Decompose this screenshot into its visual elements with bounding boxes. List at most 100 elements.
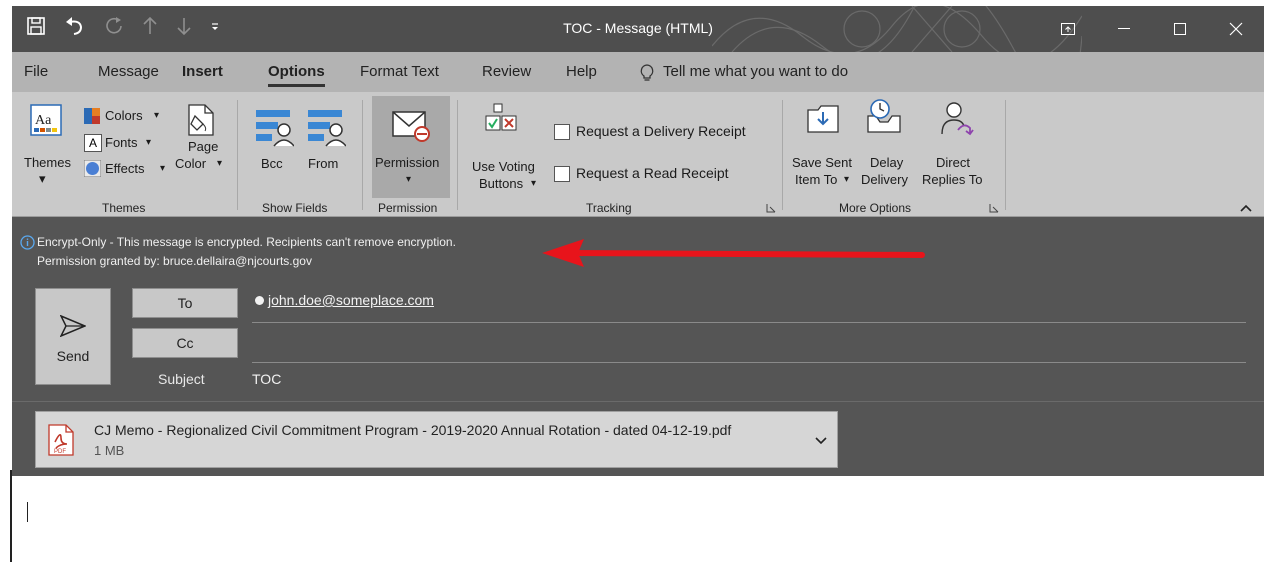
tracking-dialog-launcher-icon[interactable]	[766, 203, 776, 213]
delay-delivery-icon	[867, 99, 901, 133]
themes-icon: Aa	[30, 104, 62, 136]
close-button[interactable]	[1208, 6, 1264, 52]
ribbon-display-options-button[interactable]	[1040, 6, 1096, 52]
permission-button[interactable]: Permission ▾	[372, 96, 450, 198]
svg-text:PDF: PDF	[54, 449, 66, 455]
themes-dropdown-arrow: ▾	[39, 171, 46, 186]
permission-granted-by: Permission granted by: bruce.dellaira@nj…	[37, 254, 312, 268]
tracking-group-label: Tracking	[586, 201, 632, 215]
save-sent-label-line2: Item To	[795, 172, 838, 187]
page-color-label-line1: Page	[188, 139, 219, 154]
subject-label: Subject	[158, 371, 205, 387]
voting-label-line1: Use Voting	[472, 159, 535, 174]
delivery-receipt-label: Request a Delivery Receipt	[576, 123, 746, 139]
delay-label-line2: Delivery	[861, 172, 908, 187]
tab-review[interactable]: Review	[482, 63, 531, 80]
tell-me-search[interactable]: Tell me what you want to do	[663, 63, 848, 80]
minimize-icon	[1118, 28, 1130, 29]
read-receipt-checkbox-box[interactable]	[554, 166, 570, 182]
voting-label-line2: Buttons	[479, 176, 524, 191]
permission-group-label: Permission	[378, 201, 438, 215]
from-icon	[308, 110, 346, 147]
send-icon	[60, 315, 86, 337]
bcc-icon	[256, 110, 294, 147]
show-fields-group-label: Show Fields	[262, 201, 328, 215]
collapse-ribbon-icon[interactable]	[1240, 204, 1252, 212]
permission-envelope-icon	[392, 111, 430, 142]
attachment-item[interactable]: PDF CJ Memo - Regionalized Civil Commitm…	[35, 411, 838, 468]
chevron-down-icon[interactable]	[815, 437, 827, 445]
group-separator	[237, 100, 238, 210]
permission-dropdown-arrow: ▾	[406, 174, 412, 185]
tab-format-text[interactable]: Format Text	[360, 63, 439, 80]
page-color-label-line2: Color	[175, 156, 207, 171]
cc-field-underline	[252, 362, 1246, 363]
fonts-icon: A	[84, 134, 102, 152]
svg-text:Aa: Aa	[35, 113, 52, 128]
themes-group-label: Themes	[102, 201, 146, 215]
voting-dropdown-arrow: ▾	[531, 178, 537, 189]
to-field-underline	[252, 322, 1246, 323]
read-receipt-label: Request a Read Receipt	[576, 165, 729, 181]
encryption-message: Encrypt-Only - This message is encrypted…	[37, 235, 456, 249]
voting-buttons-icon	[485, 103, 517, 131]
tab-insert[interactable]: Insert	[182, 63, 223, 80]
fonts-dropdown-arrow: ▾	[146, 137, 152, 148]
tab-file[interactable]: File	[24, 63, 48, 80]
window-left-edge	[10, 470, 12, 562]
message-body-editor[interactable]	[12, 476, 1264, 562]
page-color-icon	[188, 104, 214, 136]
pdf-file-icon: PDF	[48, 424, 74, 456]
delivery-receipt-checkbox-box[interactable]	[554, 124, 570, 140]
effects-dropdown-arrow: ▾	[160, 163, 166, 174]
save-sent-folder-icon	[807, 105, 839, 133]
annotation-arrow	[542, 239, 925, 267]
colors-dropdown-arrow: ▾	[154, 110, 160, 121]
tab-options[interactable]: Options	[268, 63, 325, 87]
text-caret	[27, 502, 28, 522]
ribbon-tabs: File Message Insert Options Format Text …	[12, 52, 1264, 92]
maximize-button[interactable]	[1152, 6, 1208, 52]
tab-message[interactable]: Message	[98, 63, 159, 80]
lightbulb-icon	[639, 64, 655, 87]
attachment-name: CJ Memo - Regionalized Civil Commitment …	[94, 422, 732, 438]
more-options-group-label: More Options	[839, 201, 912, 215]
title-bar: TOC - Message (HTML)	[12, 6, 1264, 52]
presence-indicator	[255, 296, 264, 305]
themes-label: Themes	[24, 155, 71, 170]
cc-button[interactable]: Cc	[132, 328, 238, 358]
minimize-button[interactable]	[1096, 6, 1152, 52]
attachment-size: 1 MB	[94, 443, 125, 458]
send-label: Send	[56, 348, 90, 364]
direct-label-line2: Replies To	[922, 172, 983, 187]
cc-input[interactable]	[252, 328, 1246, 360]
direct-label-line1: Direct	[936, 155, 970, 170]
to-recipient[interactable]: john.doe@someplace.com	[268, 292, 434, 308]
subject-input[interactable]: TOC	[252, 371, 281, 387]
colors-icon	[84, 108, 100, 124]
to-button[interactable]: To	[132, 288, 238, 318]
fonts-label: Fonts	[105, 135, 138, 150]
delay-label-line1: Delay	[870, 155, 904, 170]
close-icon	[1229, 22, 1243, 36]
ribbon-display-icon	[1061, 23, 1075, 35]
ribbon: Aa Themes ▾ Colors ▾ A Fonts ▾ Effects ▾…	[12, 92, 1264, 217]
group-separator	[1005, 100, 1006, 210]
from-label: From	[308, 156, 339, 171]
direct-replies-icon	[941, 102, 974, 136]
more-options-dialog-launcher-icon[interactable]	[989, 203, 999, 213]
page-color-dropdown-arrow: ▾	[217, 158, 223, 169]
info-icon	[20, 235, 35, 250]
send-button[interactable]: Send	[35, 288, 111, 385]
group-separator	[782, 100, 783, 210]
message-header: Send To Cc john.doe@someplace.com Subjec…	[12, 273, 1264, 401]
outlook-message-window: TOC - Message (HTML) File Message Insert…	[12, 6, 1264, 562]
bcc-label: Bcc	[261, 156, 283, 171]
attachments-bar: PDF CJ Memo - Regionalized Civil Commitm…	[12, 401, 1264, 477]
group-separator	[362, 100, 363, 210]
tab-help[interactable]: Help	[566, 63, 597, 80]
maximize-icon	[1174, 23, 1186, 35]
save-sent-dropdown-arrow: ▾	[844, 174, 850, 185]
permission-label: Permission	[375, 155, 440, 170]
effects-label: Effects	[105, 161, 145, 176]
